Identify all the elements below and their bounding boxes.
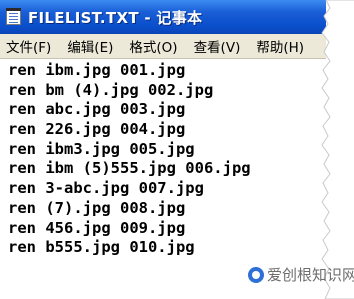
text-line: ren 226.jpg 004.jpg: [8, 120, 186, 139]
notepad-window: FILELIST.TXT - 记事本 文件(F) 编辑(E) 格式(O) 查看(…: [0, 0, 326, 299]
text-editor-area[interactable]: ren ibm.jpg 001.jpg ren bm (4).jpg 002.j…: [0, 59, 326, 299]
text-line: ren ibm.jpg 001.jpg: [8, 61, 186, 79]
text-line: ren b555.jpg 010.jpg: [8, 238, 195, 257]
menu-help[interactable]: 帮助(H): [248, 36, 304, 56]
text-lines: ren ibm.jpg 001.jpg ren bm (4).jpg 002.j…: [0, 59, 326, 258]
text-line: ren 456.jpg 009.jpg: [8, 218, 186, 237]
watermark: 爱创根知识网: [248, 264, 354, 285]
text-line: ren 3-abc.jpg 007.jpg: [8, 179, 204, 198]
torn-edge: [321, 0, 354, 299]
watermark-text: 爱创根知识网: [267, 266, 354, 284]
text-line: ren (7).jpg 008.jpg: [8, 198, 186, 217]
menu-edit[interactable]: 编辑(E): [59, 36, 113, 56]
menu-bar: 文件(F) 编辑(E) 格式(O) 查看(V) 帮助(H): [0, 34, 326, 59]
notepad-icon: [6, 8, 21, 25]
title-bar[interactable]: FILELIST.TXT - 记事本: [0, 0, 326, 34]
text-line: ren bm (4).jpg 002.jpg: [8, 80, 214, 99]
menu-view[interactable]: 查看(V): [186, 36, 241, 56]
text-line: ren ibm3.jpg 005.jpg: [8, 139, 195, 158]
text-line: ren ibm (5)555.jpg 006.jpg: [8, 159, 251, 178]
window-title: FILELIST.TXT - 记事本: [28, 8, 203, 27]
text-line: ren abc.jpg 003.jpg: [8, 100, 186, 119]
menu-file[interactable]: 文件(F): [0, 36, 51, 56]
watermark-logo-icon: [248, 266, 264, 283]
menu-format[interactable]: 格式(O): [121, 36, 177, 56]
